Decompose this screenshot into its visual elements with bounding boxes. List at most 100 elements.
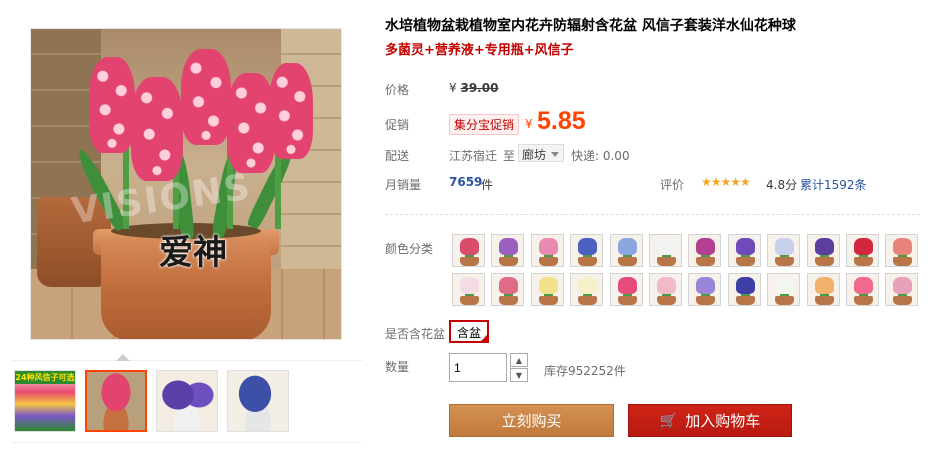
rating-stars-icon: ★★★★★	[701, 175, 751, 189]
quantity-increase-button[interactable]: ▲	[510, 353, 528, 367]
color-swatch-11[interactable]	[885, 234, 919, 267]
active-thumb-indicator	[116, 354, 130, 361]
monthly-sales-label: 月销量	[385, 178, 422, 192]
product-title: 水培植物盆栽植物室内花卉防辐射含花盆 风信子套装洋水仙花种球	[385, 18, 796, 34]
swatch-pot	[499, 257, 519, 266]
swatch-flower	[460, 277, 479, 294]
product-subtitle: 多菌灵+营养液+专用瓶+风信子	[385, 43, 574, 58]
quantity-input[interactable]	[449, 353, 507, 382]
shipping-destination-select[interactable]: 廊坊	[518, 144, 564, 162]
swatch-flower	[893, 238, 913, 255]
swatch-pot	[696, 296, 716, 305]
color-swatch-6[interactable]	[688, 234, 722, 267]
review-count-link[interactable]: 累计1592条	[800, 176, 867, 193]
shopping-cart-icon: 🛒	[659, 412, 678, 429]
swatch-pot	[735, 257, 755, 266]
color-swatch-14[interactable]	[530, 273, 564, 306]
color-swatch-20[interactable]	[767, 273, 801, 306]
swatch-flower	[460, 238, 479, 255]
thumbnail-2[interactable]	[156, 370, 218, 432]
color-swatch-9[interactable]	[806, 234, 840, 267]
color-swatch-7[interactable]	[727, 234, 761, 267]
color-swatch-22[interactable]	[845, 273, 879, 306]
swatch-pot	[775, 257, 795, 266]
swatch-flower	[775, 277, 795, 294]
swatch-flower	[696, 277, 716, 294]
swatch-flower	[696, 238, 716, 255]
shipping-to-label: 至	[503, 149, 516, 163]
swatch-pot	[617, 257, 637, 266]
swatch-flower	[853, 238, 873, 255]
add-to-cart-label: 加入购物车	[685, 412, 761, 430]
promo-price-value: 5.85	[537, 107, 586, 135]
swatch-pot	[893, 296, 913, 305]
swatch-pot	[656, 257, 676, 266]
swatch-flower	[853, 277, 873, 294]
quantity-decrease-button[interactable]: ▼	[510, 368, 528, 382]
rating-label: 评价	[660, 178, 685, 192]
quantity-label: 数量	[385, 360, 410, 374]
swatch-flower	[814, 238, 834, 255]
swatch-flower	[735, 277, 755, 294]
swatch-pot	[460, 257, 479, 266]
main-product-image[interactable]: VISIONS 爱神	[30, 28, 342, 340]
thumb-divider	[12, 360, 362, 361]
color-swatch-13[interactable]	[491, 273, 525, 306]
color-swatch-23[interactable]	[885, 273, 919, 306]
color-swatch-8[interactable]	[767, 234, 801, 267]
shipping-destination-value: 廊坊	[522, 148, 547, 162]
color-swatch-17[interactable]	[648, 273, 682, 306]
promo-label: 促销	[385, 118, 410, 132]
thumbnail-3[interactable]	[227, 370, 289, 432]
pot-option-text: 含盆	[457, 326, 482, 340]
color-swatch-21[interactable]	[806, 273, 840, 306]
color-swatch-3[interactable]	[570, 234, 604, 267]
chevron-up-icon: ▲	[515, 355, 523, 365]
image-hyacinth-bloom	[131, 77, 183, 181]
color-swatch-10[interactable]	[845, 234, 879, 267]
swatch-pot	[893, 257, 913, 266]
swatch-flower	[893, 277, 913, 294]
image-hyacinth-bloom	[181, 49, 231, 145]
image-stem	[275, 149, 281, 229]
swatch-pot	[696, 257, 716, 266]
pot-option-selected[interactable]: 含盆 ✓	[449, 320, 490, 343]
shipping-from: 江苏宿迁	[449, 149, 498, 163]
image-hyacinth-bloom	[227, 73, 275, 173]
swatch-pot	[656, 296, 676, 305]
gallery-bottom-divider	[12, 442, 362, 443]
swatch-flower	[617, 238, 637, 255]
original-price-value: 39.00	[460, 81, 499, 95]
add-to-cart-button[interactable]: 🛒 加入购物车	[628, 404, 792, 437]
info-divider	[385, 214, 920, 215]
swatch-pot	[578, 296, 598, 305]
color-swatch-19[interactable]	[727, 273, 761, 306]
swatch-pot	[853, 296, 873, 305]
color-swatch-5[interactable]	[648, 234, 682, 267]
swatch-flower	[775, 238, 795, 255]
swatch-pot	[538, 296, 558, 305]
thumbnail-0[interactable]: 24种风信子可选	[14, 370, 76, 432]
stock-count: 库存952252件	[544, 364, 626, 378]
color-swatch-16[interactable]	[609, 273, 643, 306]
color-swatch-2[interactable]	[530, 234, 564, 267]
original-price: ¥ 39.00	[449, 81, 498, 95]
thumbnail-1[interactable]	[85, 370, 147, 432]
original-price-currency: ¥	[449, 81, 457, 95]
buy-now-button[interactable]: 立刻购买	[449, 404, 614, 437]
swatch-flower	[538, 238, 558, 255]
color-swatch-15[interactable]	[570, 273, 604, 306]
shipping-fee: 快递: 0.00	[571, 149, 630, 163]
chevron-down-icon: ▼	[515, 370, 523, 380]
monthly-sales-count: 7659	[449, 175, 483, 189]
color-swatch-1[interactable]	[491, 234, 525, 267]
color-swatch-4[interactable]	[609, 234, 643, 267]
swatch-pot	[499, 296, 519, 305]
swatch-pot	[735, 296, 755, 305]
color-swatch-18[interactable]	[688, 273, 722, 306]
promo-tag-badge[interactable]: 集分宝促销	[449, 114, 520, 135]
color-swatch-0[interactable]	[452, 234, 485, 267]
pot-included-label: 是否含花盆	[385, 327, 446, 341]
checkmark-icon: ✓	[481, 334, 488, 342]
color-swatch-12[interactable]	[452, 273, 485, 306]
